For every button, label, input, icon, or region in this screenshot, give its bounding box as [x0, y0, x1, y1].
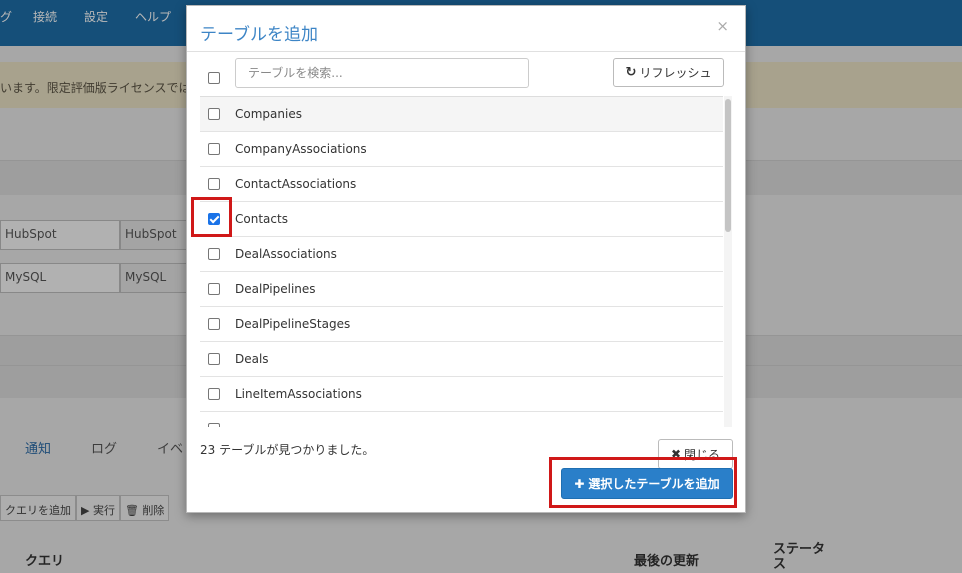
- list-scrollbar[interactable]: [724, 96, 732, 427]
- table-name: ContactAssociations: [235, 177, 357, 191]
- table-name: Companies: [235, 107, 302, 121]
- highlight-box-contacts-checkbox: [191, 197, 232, 237]
- table-row-partial[interactable]: [200, 412, 723, 427]
- divider: [187, 51, 745, 52]
- refresh-label: リフレッシュ: [639, 66, 712, 80]
- table-search-input[interactable]: [235, 58, 529, 88]
- table-row[interactable]: ContactAssociations: [200, 167, 723, 202]
- close-icon[interactable]: ×: [716, 17, 729, 35]
- row-checkbox[interactable]: [208, 388, 220, 400]
- table-row[interactable]: Contacts: [200, 202, 723, 237]
- dialog-title: テーブルを追加: [200, 25, 318, 45]
- refresh-icon: ↻: [625, 65, 637, 80]
- table-list: Companies CompanyAssociations ContactAss…: [200, 96, 723, 427]
- select-all-checkbox[interactable]: [208, 72, 220, 84]
- row-checkbox[interactable]: [208, 283, 220, 295]
- row-checkbox[interactable]: [208, 353, 220, 365]
- table-name: Deals: [235, 352, 269, 366]
- table-row[interactable]: DealPipelines: [200, 272, 723, 307]
- table-name: Contacts: [235, 212, 288, 226]
- row-checkbox[interactable]: [208, 143, 220, 155]
- row-checkbox[interactable]: [208, 178, 220, 190]
- scrollbar-thumb[interactable]: [725, 99, 731, 232]
- tables-found-count: 23 テーブルが見つかりました。: [200, 443, 375, 457]
- add-table-dialog: テーブルを追加 × ↻ リフレッシュ Companies CompanyAsso…: [186, 5, 746, 513]
- table-row[interactable]: LineItemAssociations: [200, 377, 723, 412]
- table-row[interactable]: Deals: [200, 342, 723, 377]
- table-row[interactable]: Companies: [200, 97, 723, 132]
- refresh-button[interactable]: ↻ リフレッシュ: [613, 58, 724, 87]
- table-row[interactable]: CompanyAssociations: [200, 132, 723, 167]
- highlight-box-add-button: [549, 457, 737, 508]
- row-checkbox[interactable]: [208, 423, 220, 427]
- table-row[interactable]: DealPipelineStages: [200, 307, 723, 342]
- table-name: DealPipelineStages: [235, 317, 351, 331]
- table-name: DealAssociations: [235, 247, 337, 261]
- row-checkbox[interactable]: [208, 318, 220, 330]
- table-name: CompanyAssociations: [235, 142, 367, 156]
- table-name: DealPipelines: [235, 282, 316, 296]
- row-checkbox[interactable]: [208, 108, 220, 120]
- table-name: LineItemAssociations: [235, 387, 362, 401]
- row-checkbox[interactable]: [208, 248, 220, 260]
- table-row[interactable]: DealAssociations: [200, 237, 723, 272]
